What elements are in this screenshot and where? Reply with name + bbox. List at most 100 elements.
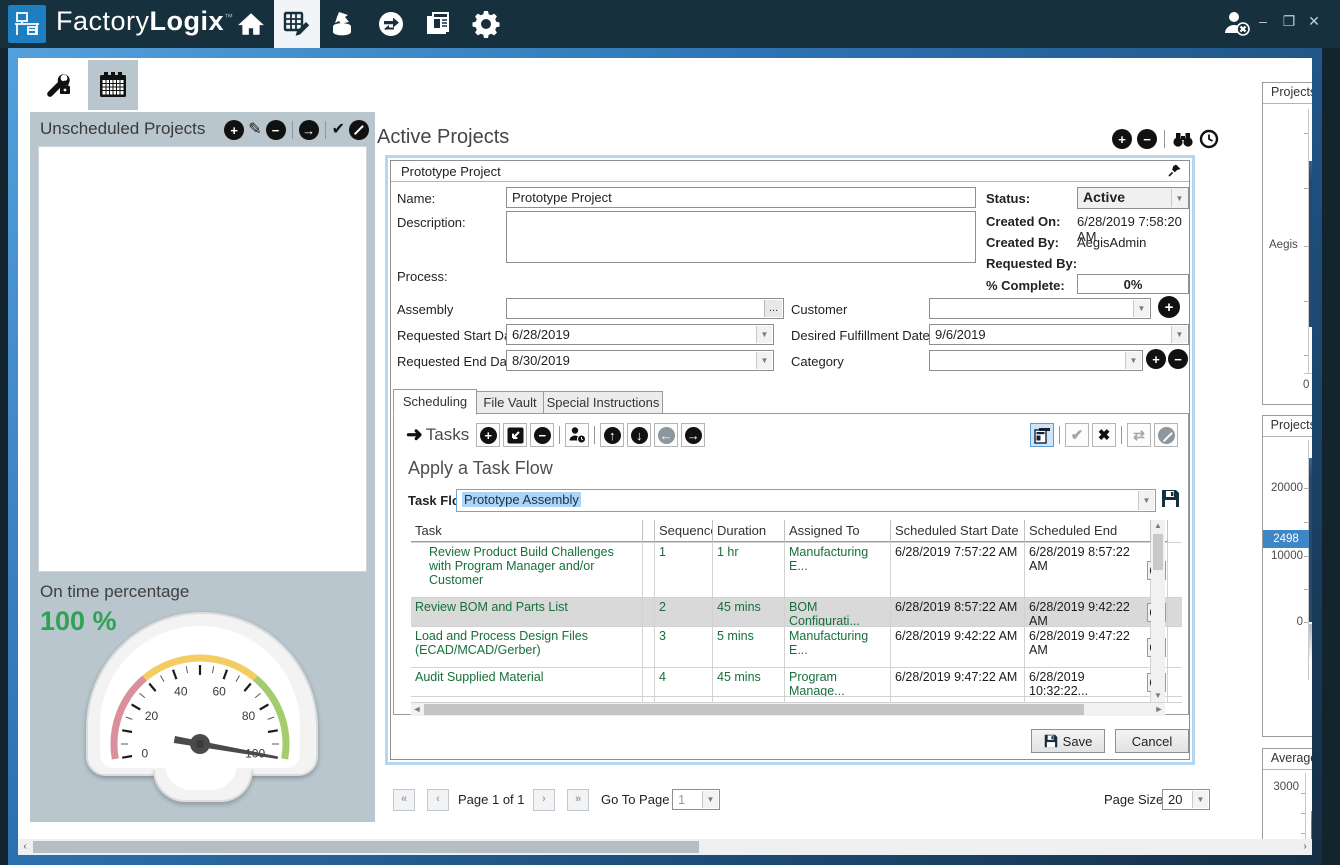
chevron-down-icon[interactable]: ▼ [1138,491,1154,510]
hscroll-thumb[interactable] [424,704,1084,715]
nav-settings-button[interactable] [463,0,509,48]
task-row[interactable]: Review Product Build Challenges with Pro… [411,543,1182,598]
description-input[interactable] [506,211,976,263]
chevron-down-icon[interactable]: ▼ [1192,791,1208,808]
tasks-table-vscrollbar[interactable]: ▲ ▼ [1151,520,1165,702]
column-header-Assigned To[interactable]: Assigned To [785,520,891,542]
requested-end-date-select[interactable]: 8/30/2019▼ [506,350,774,371]
task-flow-select[interactable]: Prototype Assembly ▼ [456,489,1156,512]
chevron-down-icon[interactable]: ▼ [756,352,772,369]
chevron-down-icon[interactable]: ▼ [1125,352,1141,369]
shuffle-tasks-button[interactable]: ⇄ [1127,423,1151,447]
goto-page-select[interactable]: 1▼ [672,789,720,810]
chevron-down-icon[interactable]: ▼ [1171,189,1187,207]
chevron-down-icon[interactable]: ▼ [1133,300,1149,317]
next-page-button[interactable]: › [533,789,555,811]
add-category-button[interactable]: + [1146,349,1166,369]
scroll-up-icon[interactable]: ▲ [1151,520,1165,532]
cancel-tasks-button[interactable] [1154,423,1178,447]
task-row[interactable]: Load and Process Design Files (ECAD/MCAD… [411,627,1182,668]
column-header-Task[interactable]: Task [411,520,643,542]
assembly-input[interactable]: ... [506,298,784,319]
category-label: Category [791,354,844,369]
tab-special-instructions[interactable]: Special Instructions [543,391,663,415]
accept-tasks-button[interactable]: ✔ [1065,423,1089,447]
history-clock-icon[interactable] [1199,129,1219,149]
remove-active-project-icon[interactable]: − [1137,129,1157,149]
indent-task-button[interactable]: → [681,423,705,447]
scroll-left-icon[interactable]: ‹ [18,839,32,855]
vscroll-thumb[interactable] [1153,534,1163,570]
assembly-browse-button[interactable]: ... [764,300,782,317]
remove-category-button[interactable]: − [1168,349,1188,369]
name-input[interactable]: Prototype Project [506,187,976,208]
maximize-button[interactable]: ❐ [1278,10,1300,32]
column-header-Scheduled End Date[interactable]: Scheduled End Date [1025,520,1151,542]
close-button[interactable]: ✕ [1303,10,1325,32]
add-active-project-icon[interactable]: + [1112,129,1132,149]
desired-fulfillment-date-select[interactable]: 9/6/2019▼ [929,324,1189,345]
move-task-up-button[interactable]: ↑ [600,423,624,447]
insert-task-button[interactable] [503,423,527,447]
nav-materials-button[interactable] [320,0,366,48]
projects-r-bar[interactable] [1309,458,1312,622]
save-button[interactable]: Save [1031,729,1105,753]
nav-projects-button[interactable] [274,0,320,48]
add-task-button[interactable]: + [476,423,500,447]
cancel-icon[interactable] [349,120,369,140]
edit-project-icon[interactable]: ✎ [248,120,261,140]
requested-start-date-select[interactable]: 6/28/2019▼ [506,324,774,345]
task-row[interactable]: Audit Supplied Material445 minsProgram M… [411,668,1182,697]
column-header-spacer[interactable] [643,520,655,542]
remove-project-icon[interactable]: − [266,120,286,140]
gantt-view-button[interactable] [1030,423,1054,447]
first-page-button[interactable]: « [393,789,415,811]
nav-transfer-button[interactable] [368,0,414,48]
customer-select[interactable]: ▼ [929,298,1151,319]
tab-file-vault[interactable]: File Vault [476,391,544,415]
move-task-down-button[interactable]: ↓ [627,423,651,447]
delete-tasks-button[interactable]: ✖ [1092,423,1116,447]
chevron-down-icon[interactable]: ▼ [756,326,772,343]
previous-page-button[interactable]: ‹ [427,789,449,811]
tab-scheduling[interactable]: Scheduling [393,389,477,415]
tab-scheduling-calendar[interactable] [88,60,138,110]
percent-complete-value: 0% [1077,274,1189,294]
chevron-down-icon: ▼ [702,791,718,808]
divider [1121,426,1122,444]
tab-setup-tools[interactable] [34,60,84,110]
tasks-table-hscrollbar[interactable]: ◄ ► [411,703,1165,716]
nav-reports-button[interactable] [415,0,461,48]
page-size-select[interactable]: 20▼ [1162,789,1210,810]
add-customer-button[interactable]: + [1158,296,1180,318]
remove-task-button[interactable]: − [530,423,554,447]
cancel-button[interactable]: Cancel [1115,729,1189,753]
schedule-project-icon[interactable]: → [299,120,319,140]
x-tick-0: 0 [1303,379,1309,391]
pin-icon[interactable] [1168,164,1181,177]
scroll-down-icon[interactable]: ▼ [1151,690,1165,702]
nav-home-button[interactable] [228,0,274,48]
status-select[interactable]: Active▼ [1077,187,1189,209]
task-row[interactable]: Review BOM and Parts List245 minsBOM Con… [411,598,1182,627]
add-project-icon[interactable]: + [224,120,244,140]
scroll-right-icon[interactable]: ► [1153,703,1165,716]
save-task-flow-icon[interactable] [1161,489,1180,508]
chevron-down-icon[interactable]: ▼ [1171,326,1187,343]
scroll-left-icon[interactable]: ◄ [411,703,423,716]
minimize-button[interactable]: – [1252,10,1274,32]
unscheduled-projects-list[interactable] [38,146,367,572]
window-hscroll-thumb[interactable] [33,841,699,853]
last-page-button[interactable]: » [567,789,589,811]
outdent-task-button[interactable]: ← [654,423,678,447]
search-binoculars-icon[interactable] [1172,130,1194,148]
column-header-Sequence[interactable]: Sequence [655,520,713,542]
scroll-right-icon[interactable]: › [1298,839,1312,855]
assign-person-button[interactable] [565,423,589,447]
category-select[interactable]: ▼ [929,350,1143,371]
window-hscrollbar[interactable]: ‹ › [18,839,1312,855]
column-header-Scheduled Start Date[interactable]: Scheduled Start Date [891,520,1025,542]
aegis-bar[interactable] [1309,161,1312,327]
accept-icon[interactable]: ✔ [332,120,345,140]
column-header-Duration[interactable]: Duration [713,520,785,542]
